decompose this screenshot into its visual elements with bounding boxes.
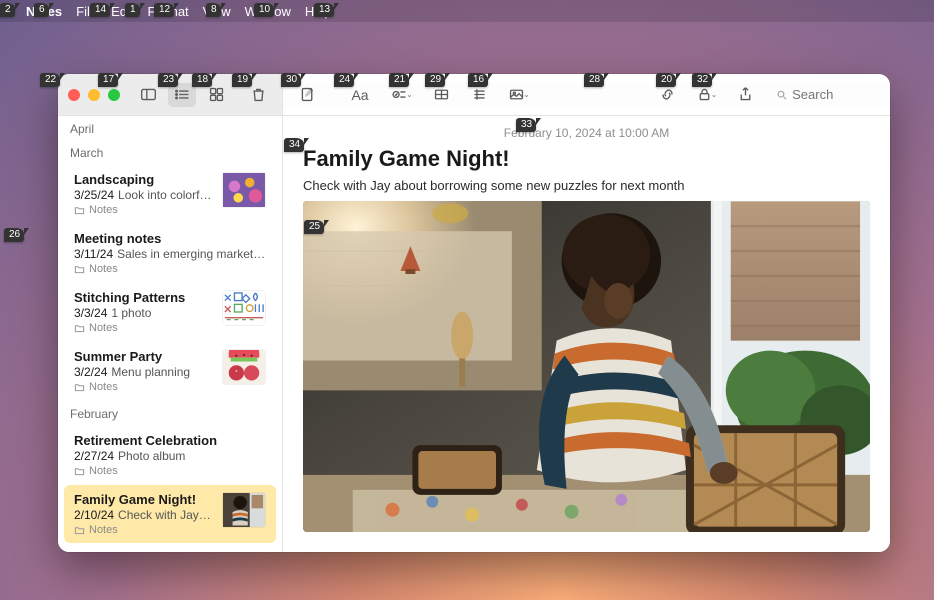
menu-help[interactable]: Help: [305, 4, 332, 19]
note-list-item[interactable]: Stitching Patterns3/3/241 photo Notes: [64, 283, 276, 341]
note-item-thumbnail: [222, 172, 266, 208]
note-item-meta: 3/2/24Menu planning: [74, 365, 214, 379]
note-item-thumbnail: [222, 492, 266, 528]
menu-format[interactable]: Format: [147, 4, 188, 19]
note-list-item[interactable]: Meeting notes3/11/24Sales in emerging ma…: [64, 224, 276, 282]
close-button[interactable]: [68, 89, 80, 101]
traffic-lights: [68, 89, 120, 101]
zoom-button[interactable]: [108, 89, 120, 101]
notes-window: Aa ⌄ ⌄ ⌄: [58, 74, 890, 552]
section-header: February: [58, 401, 282, 425]
note-attached-image[interactable]: [303, 201, 870, 532]
note-item-meta: 3/3/241 photo: [74, 306, 214, 320]
note-item-folder: Notes: [74, 204, 214, 216]
section-header: April: [58, 116, 282, 140]
note-item-title: Meeting notes: [74, 231, 266, 246]
align-button[interactable]: [465, 83, 493, 107]
section-header: March: [58, 140, 282, 164]
note-item-title: Stitching Patterns: [74, 290, 214, 305]
link-button[interactable]: [654, 83, 682, 107]
table-button[interactable]: [427, 83, 455, 107]
toggle-sidebar-button[interactable]: [134, 83, 162, 107]
note-item-meta: 2/10/24Check with Jay a…: [74, 508, 214, 522]
note-item-meta: 3/25/24Look into colorfu…: [74, 188, 214, 202]
new-note-button[interactable]: [293, 83, 321, 107]
note-item-meta: 3/11/24Sales in emerging markets…: [74, 247, 266, 261]
menubar: Notes File Edit Format View Window Help: [0, 0, 934, 22]
note-item-folder: Notes: [74, 263, 266, 275]
note-list-item[interactable]: Summer Party3/2/24Menu planning Notes: [64, 342, 276, 400]
menu-window[interactable]: Window: [245, 4, 291, 19]
search-icon: [776, 88, 788, 102]
search-input[interactable]: [792, 87, 874, 102]
note-body-text[interactable]: Check with Jay about borrowing some new …: [283, 178, 890, 201]
checklist-button[interactable]: ⌄: [387, 83, 417, 107]
menu-edit[interactable]: Edit: [111, 4, 133, 19]
note-item-thumbnail: [222, 349, 266, 385]
menu-file[interactable]: File: [76, 4, 97, 19]
note-item-title: Landscaping: [74, 172, 214, 187]
note-item-folder: Notes: [74, 381, 214, 393]
note-item-folder: Notes: [74, 524, 214, 536]
note-list-item[interactable]: Family Game Night!2/10/24Check with Jay …: [64, 485, 276, 543]
lock-button[interactable]: ⌄: [692, 83, 722, 107]
list-view-button[interactable]: [168, 83, 196, 107]
menu-app[interactable]: Notes: [26, 4, 62, 19]
search-field[interactable]: [770, 83, 881, 107]
delete-note-button[interactable]: [244, 83, 272, 107]
note-list-item[interactable]: Retirement Celebration2/27/24Photo album…: [64, 426, 276, 484]
media-button[interactable]: ⌄: [503, 83, 535, 107]
menu-view[interactable]: View: [203, 4, 231, 19]
format-button[interactable]: Aa: [343, 83, 377, 107]
share-button[interactable]: [732, 83, 760, 107]
note-title[interactable]: Family Game Night!: [283, 146, 890, 178]
note-item-thumbnail: [222, 290, 266, 326]
note-item-folder: Notes: [74, 465, 266, 477]
note-item-folder: Notes: [74, 322, 214, 334]
gallery-view-button[interactable]: [202, 83, 230, 107]
note-item-meta: 2/27/24Photo album: [74, 449, 266, 463]
minimize-button[interactable]: [88, 89, 100, 101]
note-item-title: Summer Party: [74, 349, 214, 364]
note-timestamp: February 10, 2024 at 10:00 AM: [283, 116, 890, 146]
notes-list: AprilMarchLandscaping3/25/24Look into co…: [58, 116, 283, 552]
note-list-item[interactable]: Landscaping3/25/24Look into colorfu… Note…: [64, 165, 276, 223]
note-item-title: Retirement Celebration: [74, 433, 266, 448]
note-content: February 10, 2024 at 10:00 AM Family Gam…: [283, 116, 890, 552]
note-item-title: Family Game Night!: [74, 492, 214, 507]
titlebar: Aa ⌄ ⌄ ⌄: [58, 74, 890, 116]
